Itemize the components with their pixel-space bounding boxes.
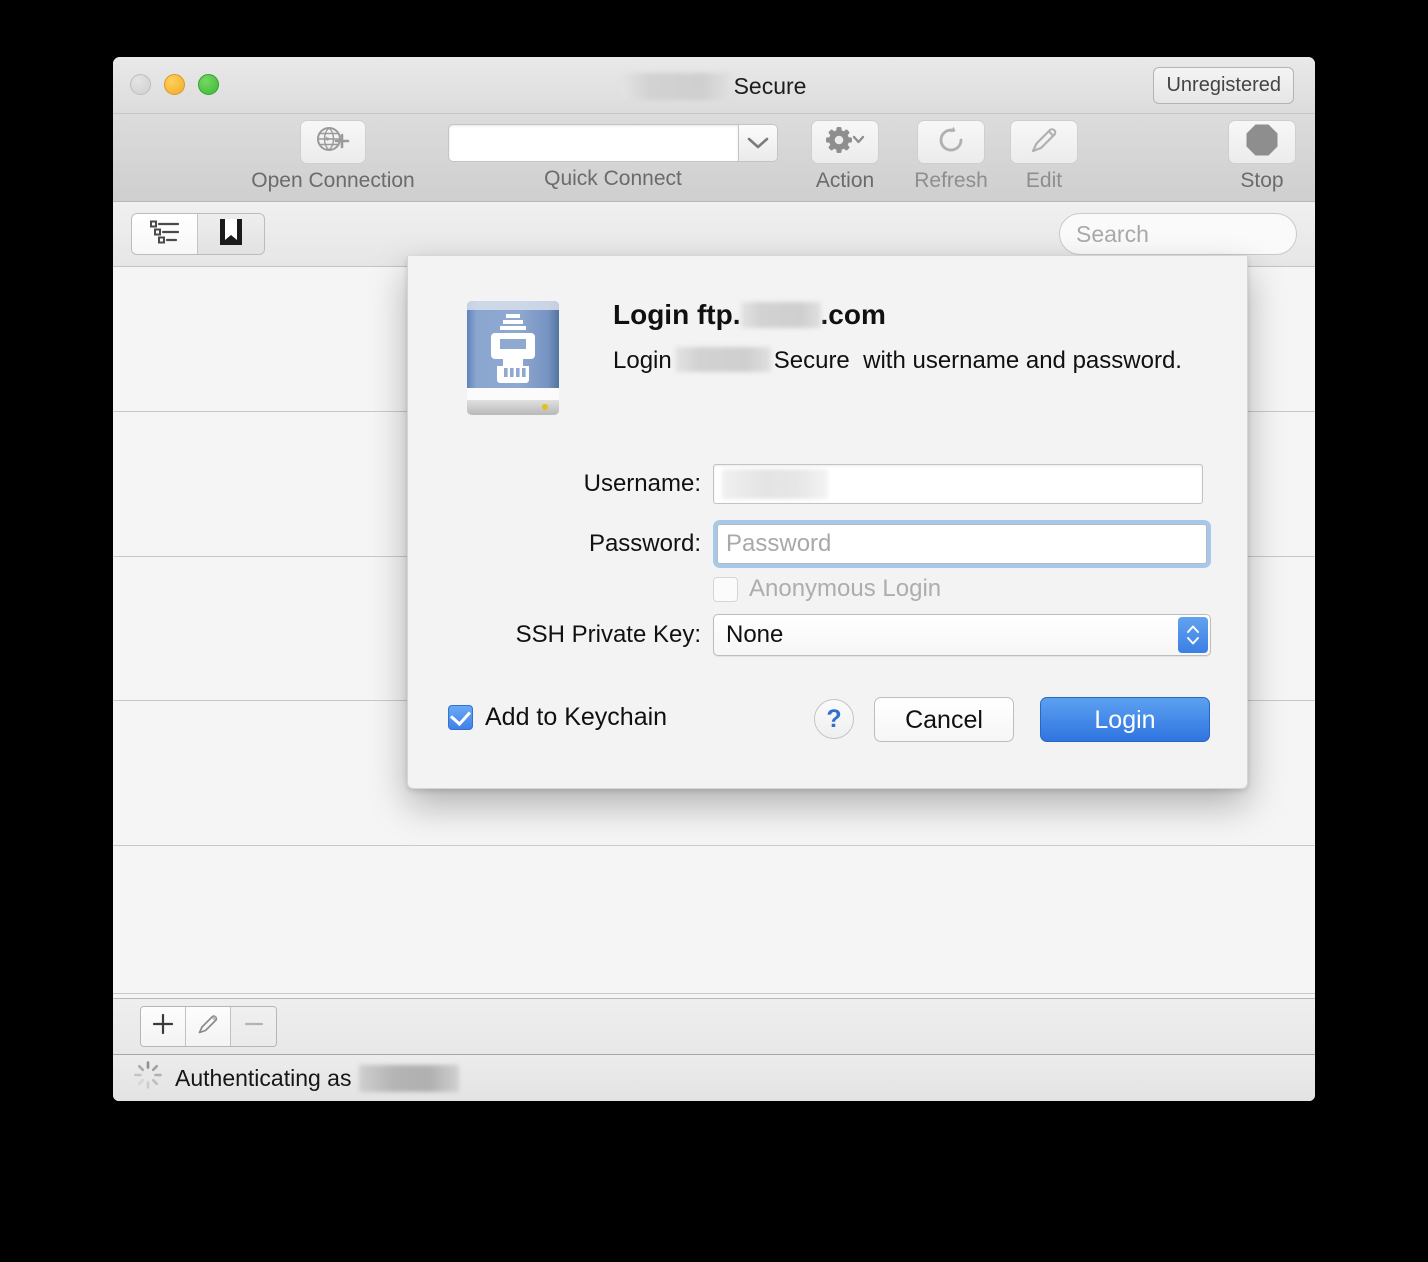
refresh-label: Refresh xyxy=(914,169,988,192)
window-title: Secure xyxy=(113,72,1315,101)
ftp-client-window: Secure Unregistered Open Connection Quic… xyxy=(113,57,1315,1101)
add-to-keychain-label: Add to Keychain xyxy=(485,703,668,731)
password-focus-ring: Password xyxy=(713,520,1211,568)
stop-button-face xyxy=(1228,120,1296,164)
minus-icon xyxy=(242,1012,266,1041)
window-title-text: Secure xyxy=(733,73,807,99)
titlebar: Secure Unregistered xyxy=(113,57,1315,114)
spinner-icon xyxy=(133,1060,163,1096)
edit-label: Edit xyxy=(1025,169,1063,192)
action-button[interactable]: Action xyxy=(798,120,892,193)
username-label: Username: xyxy=(583,470,701,497)
refresh-button-face xyxy=(917,120,985,164)
login-sheet-header: Login ftp. .com Login Secure with username… xyxy=(408,256,1247,436)
open-connection-button-face xyxy=(300,120,366,164)
bookmark-action-group xyxy=(140,1006,277,1047)
unregistered-badge[interactable]: Unregistered xyxy=(1153,67,1294,104)
login-sheet-footer: Add to Keychain ? Cancel Login xyxy=(408,670,1247,788)
edit-button-face xyxy=(1010,120,1078,164)
list-item[interactable] xyxy=(113,846,1315,994)
login-sheet-title: Login ftp. .com xyxy=(613,298,886,332)
help-button[interactable]: ? xyxy=(814,699,854,739)
globe-plus-icon xyxy=(316,125,350,160)
login-button[interactable]: Login xyxy=(1040,697,1210,742)
anonymous-login-checkbox[interactable] xyxy=(713,576,738,602)
open-connection-button[interactable]: Open Connection xyxy=(218,120,448,193)
plus-icon xyxy=(151,1012,175,1041)
login-sheet-subtitle: Login Secure with username and password. xyxy=(613,346,1182,376)
octagon-stop-icon xyxy=(1245,123,1279,162)
outline-list-icon xyxy=(149,219,181,250)
gear-icon xyxy=(823,126,867,159)
quick-connect-input[interactable] xyxy=(448,124,738,162)
anonymous-login-label: Anonymous Login xyxy=(749,575,942,602)
password-input[interactable]: Password xyxy=(717,524,1207,564)
login-title-suffix: .com xyxy=(820,299,886,330)
bookmark-toolbar xyxy=(113,998,1315,1054)
network-drive-icon xyxy=(457,293,569,421)
refresh-icon xyxy=(936,125,966,160)
bookmark-icon xyxy=(219,218,243,251)
username-input[interactable] xyxy=(713,464,1203,504)
view-segmented-control xyxy=(131,213,265,255)
open-connection-label: Open Connection xyxy=(251,169,415,192)
quick-connect-label: Quick Connect xyxy=(544,167,682,190)
action-label: Action xyxy=(815,169,875,192)
login-subtitle-suffix: with username and password. xyxy=(863,347,1182,374)
segment-bookmark-view[interactable] xyxy=(198,214,264,254)
login-title-prefix: Login ftp. xyxy=(613,299,741,330)
login-subtitle-prefix: Login xyxy=(613,347,672,374)
login-sheet: Login ftp. .com Login Secure with username… xyxy=(407,256,1248,789)
quick-connect-group: Quick Connect xyxy=(443,122,783,191)
stop-button[interactable]: Stop xyxy=(1215,120,1309,193)
redacted-app-name xyxy=(621,73,730,101)
search-input[interactable]: Search xyxy=(1059,213,1297,255)
segment-list-view[interactable] xyxy=(132,214,198,254)
ssh-key-label: SSH Private Key: xyxy=(515,621,701,648)
chevron-up-down-icon[interactable] xyxy=(1178,617,1208,653)
pencil-icon xyxy=(196,1012,220,1041)
delete-bookmark-button[interactable] xyxy=(231,1007,276,1046)
status-bar: Authenticating as xyxy=(113,1054,1315,1101)
password-row: Password: Password xyxy=(408,520,1247,568)
cancel-button[interactable]: Cancel xyxy=(874,697,1014,742)
anonymous-row: Anonymous Login xyxy=(408,574,1247,604)
add-to-keychain-control[interactable]: Add to Keychain xyxy=(448,702,667,732)
stop-label: Stop xyxy=(1240,169,1284,192)
ssh-key-select[interactable]: None xyxy=(713,614,1211,656)
edit-button[interactable]: Edit xyxy=(997,120,1091,193)
add-to-keychain-checkbox[interactable] xyxy=(448,704,473,730)
ssh-key-value: None xyxy=(726,621,784,648)
redacted-hostname xyxy=(740,301,821,328)
edit-bookmark-button[interactable] xyxy=(186,1007,231,1046)
password-label: Password: xyxy=(588,530,701,557)
action-button-face xyxy=(811,120,879,164)
username-row: Username: xyxy=(408,464,1247,504)
checkmark-icon xyxy=(449,704,472,726)
chevron-down-icon[interactable] xyxy=(738,124,778,162)
login-subtitle-middle: Secure xyxy=(773,347,850,374)
status-text: Authenticating as xyxy=(175,1064,352,1091)
refresh-button[interactable]: Refresh xyxy=(904,120,998,193)
redacted-username-value xyxy=(722,469,828,499)
ssh-key-row: SSH Private Key: None xyxy=(408,614,1247,656)
quick-connect-combobox[interactable] xyxy=(448,124,778,162)
redacted-service-name xyxy=(674,347,771,373)
main-toolbar: Open Connection Quick Connect Action Ref… xyxy=(113,114,1315,202)
pencil-icon xyxy=(1029,125,1059,160)
add-bookmark-button[interactable] xyxy=(141,1007,186,1046)
redacted-username xyxy=(359,1064,460,1092)
